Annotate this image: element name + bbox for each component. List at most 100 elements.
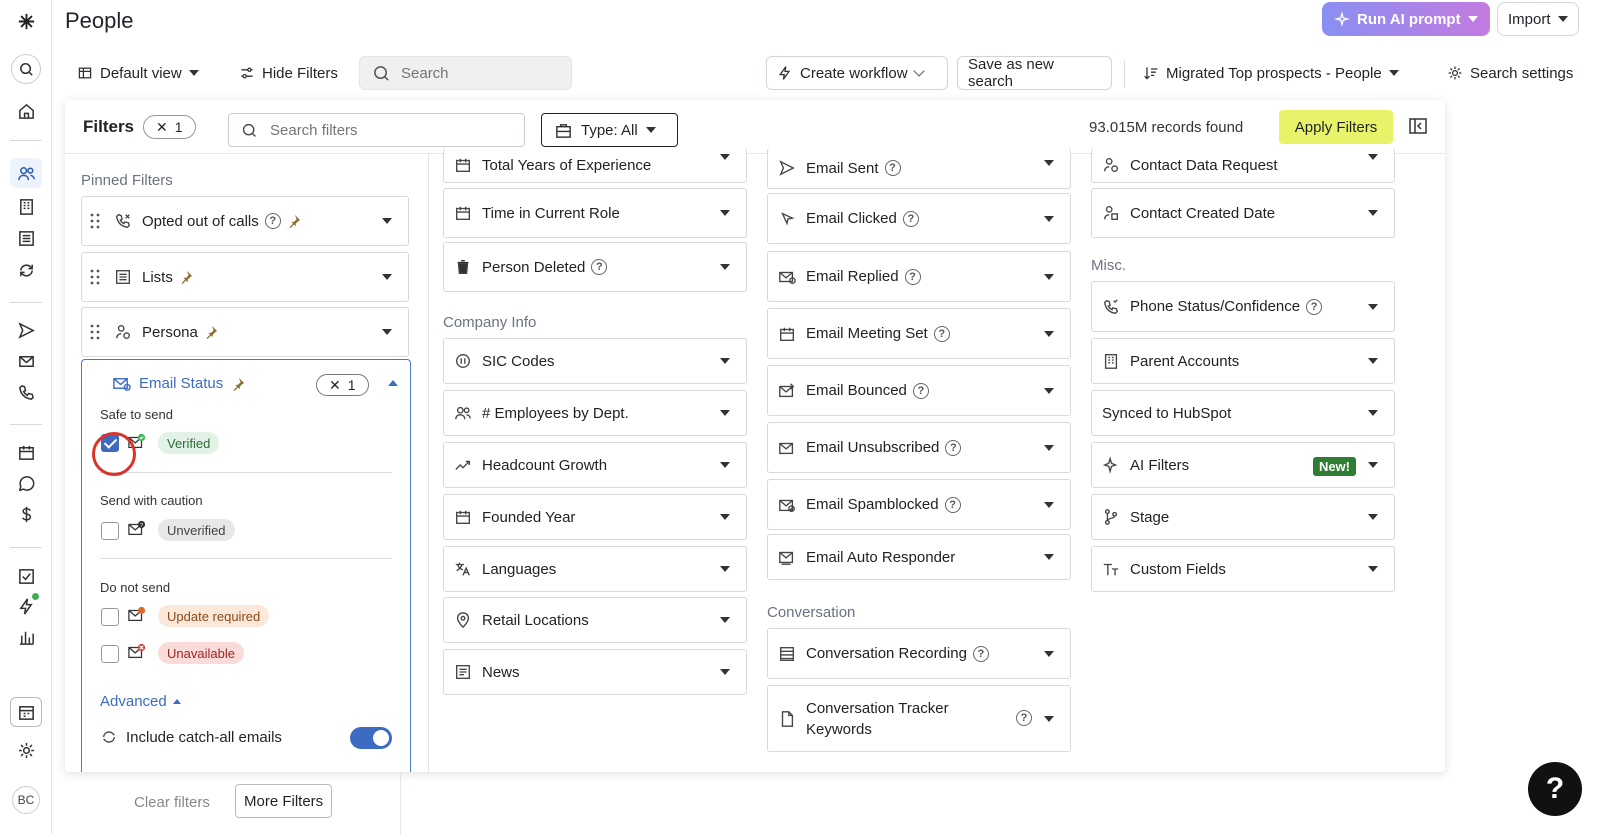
caret-down-icon[interactable] xyxy=(1368,154,1378,160)
lightning-icon[interactable] xyxy=(10,591,42,621)
people-icon[interactable] xyxy=(10,158,42,188)
filters-count-chip[interactable]: ✕ 1 xyxy=(143,115,196,139)
caret-down-icon[interactable] xyxy=(1368,410,1378,416)
caret-down-icon[interactable] xyxy=(720,154,730,160)
caret-down-icon[interactable] xyxy=(382,329,392,335)
caret-down-icon[interactable] xyxy=(1044,160,1054,166)
filter-persona[interactable]: Persona xyxy=(81,307,409,357)
more-filters-button[interactable]: More Filters xyxy=(235,784,333,818)
caret-down-icon[interactable] xyxy=(1368,304,1378,310)
caret-up-icon[interactable] xyxy=(388,380,398,386)
filter-conversation-tracker-keywords[interactable]: Conversation Tracker Keywords ? xyxy=(767,685,1071,752)
search-input-container[interactable] xyxy=(359,56,572,90)
caret-down-icon[interactable] xyxy=(720,358,730,364)
pin-icon[interactable] xyxy=(231,377,245,391)
filter-custom-fields[interactable]: Custom Fields xyxy=(1091,546,1395,592)
caret-down-icon[interactable] xyxy=(1044,554,1054,560)
filter-employees-by-dept[interactable]: # Employees by Dept. xyxy=(443,390,747,436)
advanced-toggle[interactable]: Advanced xyxy=(100,693,181,710)
drag-handle-icon[interactable] xyxy=(90,212,100,230)
caret-down-icon[interactable] xyxy=(1044,274,1054,280)
help-icon[interactable]: ? xyxy=(912,382,929,399)
import-button[interactable]: Import xyxy=(1497,2,1579,36)
filter-time-current-role[interactable]: Time in Current Role xyxy=(443,188,747,238)
help-icon[interactable]: ? xyxy=(902,210,919,227)
run-ai-prompt-button[interactable]: Run AI prompt xyxy=(1322,2,1490,36)
search-settings-button[interactable]: Search settings xyxy=(1436,56,1584,90)
caret-down-icon[interactable] xyxy=(382,218,392,224)
search-input[interactable] xyxy=(401,64,551,82)
caret-down-icon[interactable] xyxy=(1044,716,1054,722)
collapse-panel-icon[interactable] xyxy=(1408,116,1428,136)
help-icon[interactable]: ? xyxy=(591,259,608,275)
filter-total-years-experience[interactable]: Total Years of Experience xyxy=(443,148,747,183)
help-icon[interactable]: ? xyxy=(1306,298,1323,315)
help-icon[interactable]: ? xyxy=(904,268,921,285)
filter-email-sent[interactable]: Email Sent ? xyxy=(767,148,1071,189)
saved-search-dropdown[interactable]: Migrated Top prospects - People xyxy=(1132,56,1410,90)
search-icon[interactable] xyxy=(11,54,41,84)
caret-down-icon[interactable] xyxy=(720,514,730,520)
type-filter-dropdown[interactable]: Type: All xyxy=(541,113,678,147)
filter-sic-codes[interactable]: SIC Codes xyxy=(443,338,747,384)
filter-synced-hubspot[interactable]: Synced to HubSpot xyxy=(1091,390,1395,436)
help-icon[interactable]: ? xyxy=(884,160,901,176)
filter-phone-status[interactable]: Phone Status/Confidence ? xyxy=(1091,281,1395,332)
help-icon[interactable]: ? xyxy=(972,645,989,662)
help-icon[interactable]: ? xyxy=(945,439,962,456)
phone-icon[interactable] xyxy=(10,377,42,407)
filter-email-meeting-set[interactable]: Email Meeting Set ? xyxy=(767,308,1071,359)
default-view-button[interactable]: Default view xyxy=(66,56,210,90)
filter-languages[interactable]: Languages xyxy=(443,546,747,592)
avatar[interactable]: BC xyxy=(12,786,40,814)
filter-headcount-growth[interactable]: Headcount Growth xyxy=(443,442,747,488)
filter-contact-data-request[interactable]: Contact Data Request xyxy=(1091,148,1395,183)
filter-ai-filters[interactable]: AI Filters New! xyxy=(1091,442,1395,488)
help-icon[interactable]: ? xyxy=(264,213,281,229)
send-icon[interactable] xyxy=(10,315,42,345)
caret-down-icon[interactable] xyxy=(1044,331,1054,337)
pin-icon[interactable] xyxy=(204,325,218,339)
hide-filters-button[interactable]: Hide Filters xyxy=(228,56,349,90)
create-workflow-button[interactable]: Create workflow xyxy=(766,56,948,90)
unverified-checkbox[interactable] xyxy=(101,522,119,540)
pin-icon[interactable] xyxy=(287,214,301,228)
close-icon[interactable]: ✕ xyxy=(156,119,168,136)
company-icon[interactable] xyxy=(10,191,42,221)
dollar-icon[interactable] xyxy=(10,499,42,529)
filter-email-bounced[interactable]: Email Bounced ? xyxy=(767,365,1071,416)
filter-retail-locations[interactable]: Retail Locations xyxy=(443,597,747,643)
caret-down-icon[interactable] xyxy=(720,462,730,468)
apply-filters-button[interactable]: Apply Filters xyxy=(1279,110,1393,144)
search-filters-input[interactable] xyxy=(270,121,420,139)
caret-down-icon[interactable] xyxy=(720,410,730,416)
help-button[interactable]: ? xyxy=(1528,762,1582,816)
pin-icon[interactable] xyxy=(179,270,193,284)
email-status-count-chip[interactable]: ✕ 1 xyxy=(316,374,369,396)
help-icon[interactable]: ? xyxy=(1016,710,1032,726)
catch-all-toggle[interactable] xyxy=(350,727,392,749)
clear-filters-link[interactable]: Clear filters xyxy=(134,794,210,811)
filter-parent-accounts[interactable]: Parent Accounts xyxy=(1091,338,1395,384)
caret-down-icon[interactable] xyxy=(1368,358,1378,364)
sync-icon[interactable] xyxy=(10,255,42,285)
search-filters-container[interactable] xyxy=(228,113,525,147)
caret-down-icon[interactable] xyxy=(1368,462,1378,468)
caret-down-icon[interactable] xyxy=(1044,388,1054,394)
caret-down-icon[interactable] xyxy=(1044,445,1054,451)
filter-email-clicked[interactable]: Email Clicked ? xyxy=(767,193,1071,244)
caret-down-icon[interactable] xyxy=(1044,216,1054,222)
chat-icon[interactable] xyxy=(10,468,42,498)
drag-handle-icon[interactable] xyxy=(90,268,100,286)
gear-icon[interactable] xyxy=(10,735,42,765)
tasks-icon[interactable] xyxy=(10,561,42,591)
filter-person-deleted[interactable]: Person Deleted ? xyxy=(443,242,747,292)
filter-lists[interactable]: Lists xyxy=(81,252,409,302)
caret-down-icon[interactable] xyxy=(1368,514,1378,520)
help-icon[interactable]: ? xyxy=(933,325,950,342)
caret-down-icon[interactable] xyxy=(1368,210,1378,216)
mail-icon[interactable] xyxy=(10,346,42,376)
help-icon[interactable]: ? xyxy=(944,496,961,513)
update-required-checkbox[interactable] xyxy=(101,608,119,626)
caret-down-icon[interactable] xyxy=(720,210,730,216)
